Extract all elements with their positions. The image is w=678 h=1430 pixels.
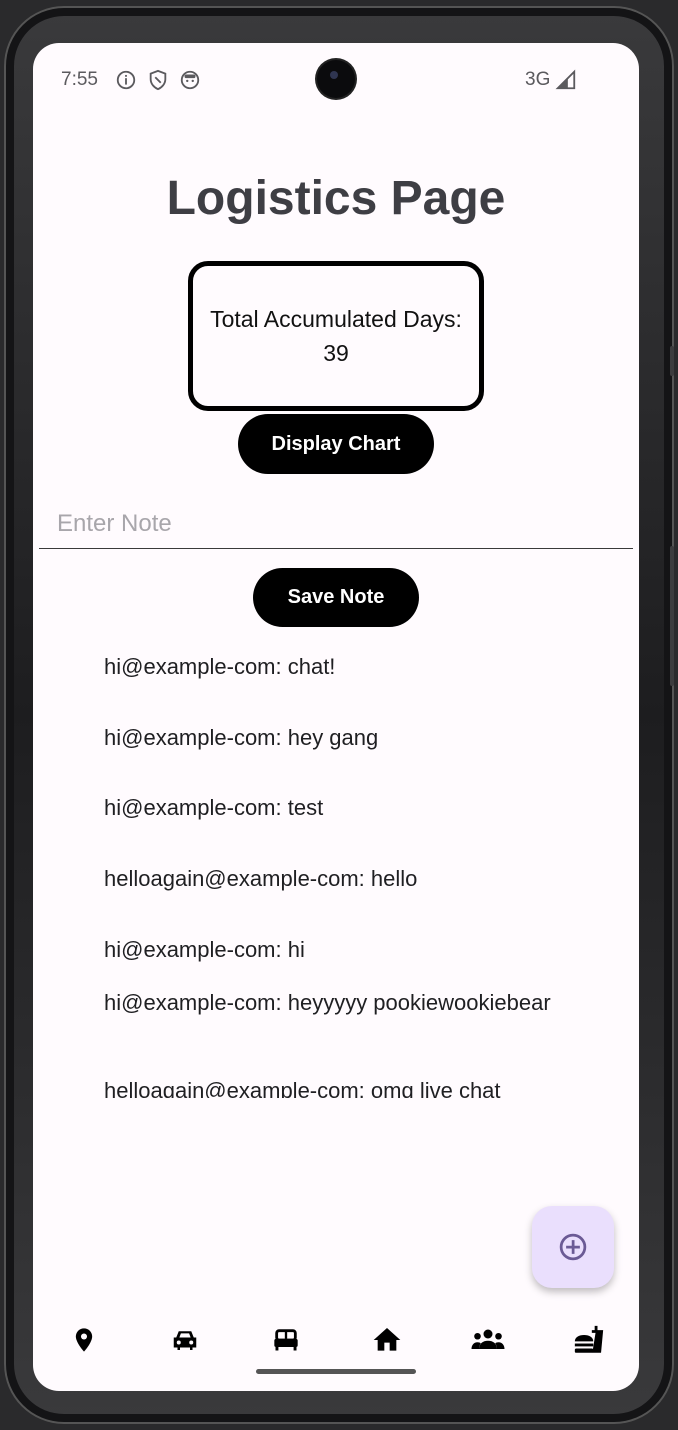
signal-icon (555, 69, 576, 90)
screen: 7:55 3G Logistics Page Total Accumulated… (33, 43, 639, 1391)
front-camera (317, 60, 355, 98)
nav-item-home[interactable] (362, 1315, 412, 1365)
location-pin-icon (75, 1328, 93, 1352)
accumulated-days-card: Total Accumulated Days: 39 (188, 261, 484, 411)
side-button (670, 346, 674, 376)
shield-icon (149, 69, 167, 91)
info-icon (116, 70, 136, 90)
note-input[interactable] (39, 499, 633, 549)
note-item: helloagain@example-com: hello (104, 866, 418, 891)
note-item: hi@example-com: heyyyyy pookiewookiebear (104, 990, 551, 1015)
nav-item-group[interactable] (463, 1315, 513, 1365)
nav-item-location[interactable] (59, 1315, 109, 1365)
status-time: 7:55 (61, 69, 98, 90)
note-item: helloagain@example-com: omg live chat (104, 1078, 501, 1098)
status-bar: 7:55 3G (33, 43, 639, 115)
accumulated-days-value: 39 (323, 340, 349, 366)
car-icon (173, 1331, 197, 1350)
notes-list[interactable]: hi@example-com: chat! hi@example-com: he… (104, 643, 574, 1098)
bed-icon (274, 1329, 298, 1351)
note-item: hi@example-com: hi (104, 937, 305, 962)
save-note-button[interactable]: Save Note (253, 568, 419, 627)
bottom-navigation (33, 1315, 639, 1365)
add-circle-icon (559, 1233, 587, 1261)
face-icon (180, 70, 200, 90)
nav-item-car[interactable] (160, 1315, 210, 1365)
nav-item-food[interactable] (564, 1315, 614, 1365)
group-icon (471, 1329, 505, 1349)
display-chart-button[interactable]: Display Chart (238, 414, 434, 474)
nav-item-bed[interactable] (261, 1315, 311, 1365)
volume-button (670, 546, 674, 686)
note-item: hi@example-com: hey gang (104, 725, 379, 750)
add-fab-button[interactable] (532, 1206, 614, 1288)
accumulated-days-label: Total Accumulated Days: (210, 306, 462, 332)
home-icon (373, 1328, 401, 1351)
page-title: Logistics Page (166, 172, 506, 225)
fastfood-icon (574, 1325, 604, 1353)
note-item: hi@example-com: test (104, 795, 324, 820)
network-type: 3G (525, 69, 551, 90)
gesture-home-bar[interactable] (256, 1369, 416, 1374)
note-item: hi@example-com: chat! (104, 654, 336, 679)
